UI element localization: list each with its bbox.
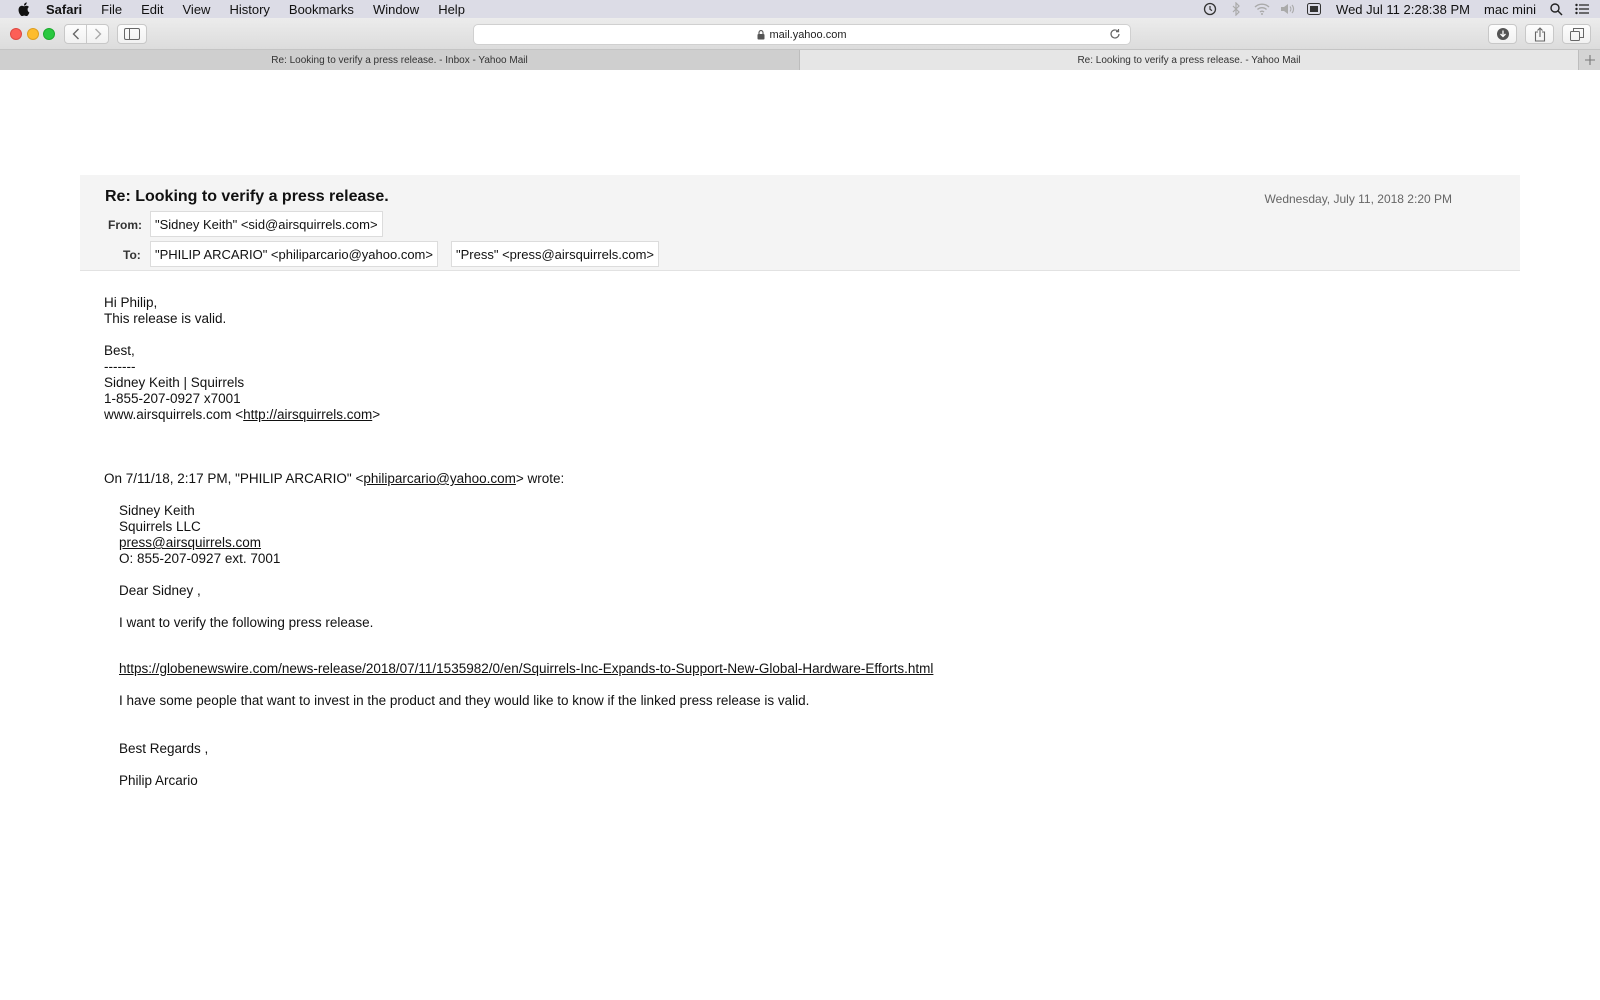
wifi-icon[interactable] — [1254, 2, 1270, 16]
tab-message[interactable]: Re: Looking to verify a press release. -… — [800, 50, 1579, 70]
browser-toolbar: mail.yahoo.com — [0, 18, 1600, 50]
window-minimize-button[interactable] — [27, 28, 39, 40]
quoted-line-2: I have some people that want to invest i… — [119, 693, 810, 708]
sender-chip[interactable]: "Sidney Keith" <sid@airsquirrels.com> — [150, 211, 383, 237]
address-text: mail.yahoo.com — [769, 28, 847, 41]
tab-bar: Re: Looking to verify a press release. -… — [0, 50, 1600, 70]
chevron-left-icon — [72, 28, 79, 40]
menu-history[interactable]: History — [229, 2, 269, 17]
show-all-tabs-button[interactable] — [1562, 24, 1591, 44]
time-machine-icon[interactable] — [1202, 2, 1218, 16]
new-tab-button[interactable] — [1579, 50, 1600, 70]
greeting: Hi Philip, — [104, 295, 158, 310]
press-email-link[interactable]: press@airsquirrels.com — [119, 535, 261, 550]
message-date: Wednesday, July 11, 2018 2:20 PM — [1264, 192, 1452, 206]
quote-header-prefix: On 7/11/18, 2:17 PM, "PHILIP ARCARIO" < — [104, 471, 364, 486]
message-text: This release is valid. — [104, 311, 227, 326]
closing: Best, — [104, 343, 135, 358]
volume-icon[interactable] — [1280, 2, 1296, 16]
signature-website: www.airsquirrels.com <http://airsquirrel… — [104, 407, 933, 423]
quoted-name: Sidney Keith — [119, 503, 195, 518]
from-label: From: — [108, 218, 142, 232]
recipient-chip[interactable]: "PHILIP ARCARIO" <philiparcario@yahoo.co… — [150, 241, 438, 267]
to-label: To: — [123, 248, 141, 262]
quote-header-suffix: > wrote: — [515, 471, 565, 486]
reload-icon[interactable] — [1109, 28, 1122, 41]
window-maximize-button[interactable] — [43, 28, 55, 40]
press-release-link[interactable]: https://globenewswire.com/news-release/2… — [119, 661, 933, 676]
sidebar-toggle-button[interactable] — [117, 24, 147, 44]
sidebar-icon — [124, 28, 140, 40]
address-bar[interactable]: mail.yahoo.com — [473, 24, 1131, 45]
notification-center-icon[interactable] — [1574, 2, 1590, 16]
bluetooth-icon[interactable] — [1228, 2, 1244, 16]
download-icon — [1496, 28, 1509, 40]
menu-window[interactable]: Window — [373, 2, 419, 17]
menubar-user[interactable]: mac mini — [1484, 2, 1536, 17]
window-close-button[interactable] — [10, 28, 22, 40]
back-button[interactable] — [64, 24, 87, 44]
quoted-line-1: I want to verify the following press rel… — [119, 615, 374, 630]
quote-header: On 7/11/18, 2:17 PM, "PHILIP ARCARIO" <p… — [104, 471, 933, 487]
message-subject: Re: Looking to verify a press release. — [105, 188, 389, 205]
sender-email-link[interactable]: philiparcario@yahoo.com — [363, 471, 516, 486]
quoted-message: Sidney Keith Squirrels LLC press@airsqui… — [119, 503, 933, 789]
share-button[interactable] — [1525, 24, 1554, 44]
plus-icon — [1584, 55, 1595, 65]
signature-website-prefix: www.airsquirrels.com < — [104, 407, 244, 422]
menu-file[interactable]: File — [101, 2, 122, 17]
chevron-right-icon — [94, 28, 101, 40]
quoted-company: Squirrels LLC — [119, 519, 201, 534]
tab-inbox[interactable]: Re: Looking to verify a press release. -… — [0, 50, 800, 70]
quoted-salutation: Dear Sidney , — [119, 583, 201, 598]
menu-bookmarks[interactable]: Bookmarks — [289, 2, 354, 17]
spotlight-search-icon[interactable] — [1548, 2, 1564, 16]
recipient-chip[interactable]: "Press" <press@airsquirrels.com> — [451, 241, 659, 267]
quoted-regards: Best Regards , — [119, 741, 209, 756]
menu-bar: Safari File Edit View History Bookmarks … — [0, 0, 1600, 18]
message-body: Hi Philip, This release is valid. Best, … — [104, 295, 933, 789]
website-link[interactable]: http://airsquirrels.com — [243, 407, 372, 422]
message-header: Re: Looking to verify a press release. W… — [80, 175, 1520, 271]
quoted-signature: Philip Arcario — [119, 773, 198, 788]
signature-phone: 1-855-207-0927 x7001 — [104, 391, 241, 406]
downloads-button[interactable] — [1488, 24, 1517, 44]
tabs-overview-icon — [1569, 27, 1584, 41]
menubar-clock[interactable]: Wed Jul 11 2:28:38 PM — [1336, 2, 1470, 17]
signature-divider: ------- — [104, 359, 136, 374]
menu-edit[interactable]: Edit — [141, 2, 163, 17]
signature-name: Sidney Keith | Squirrels — [104, 375, 245, 390]
signature-website-suffix: > — [372, 407, 381, 422]
apple-icon[interactable] — [16, 2, 32, 16]
keyboard-input-icon[interactable] — [1306, 2, 1322, 16]
share-icon — [1534, 26, 1545, 42]
menu-view[interactable]: View — [183, 2, 211, 17]
forward-button[interactable] — [86, 24, 109, 44]
menu-help[interactable]: Help — [438, 2, 465, 17]
mail-page: Re: Looking to verify a press release. W… — [0, 70, 1600, 1000]
lock-icon — [757, 29, 765, 40]
quoted-phone: O: 855-207-0927 ext. 7001 — [119, 551, 281, 566]
menu-app-safari[interactable]: Safari — [46, 2, 82, 17]
